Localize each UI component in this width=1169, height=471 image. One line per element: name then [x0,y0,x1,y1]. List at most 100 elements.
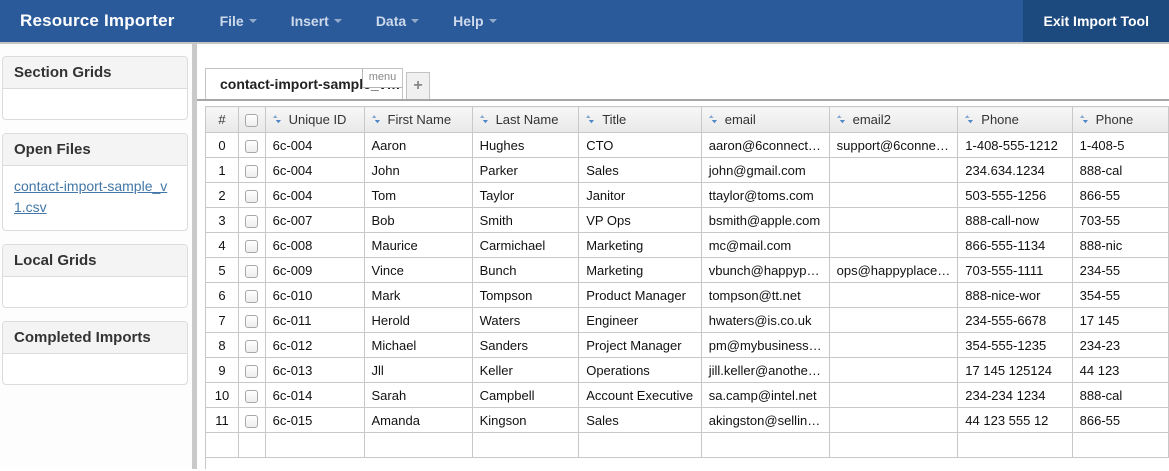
grid-cell[interactable] [829,308,958,333]
grid-cell[interactable] [829,333,958,358]
grid-cell[interactable]: Aaron [364,133,472,158]
column-header-last-name[interactable]: Last Name [472,107,579,133]
grid-cell[interactable] [472,433,579,458]
grid-cell[interactable]: Project Manager [579,333,702,358]
column-header-email2[interactable]: email2 [829,107,958,133]
grid-cell[interactable]: jill.keller@anothe… [701,358,829,383]
column-header-email[interactable]: email [701,107,829,133]
grid-cell[interactable]: 234-55 [1072,258,1168,283]
grid-cell[interactable]: Mark [364,283,472,308]
row-number-cell[interactable]: 7 [206,308,239,333]
grid-cell[interactable]: ttaylor@toms.com [701,183,829,208]
grid-cell[interactable]: Janitor [579,183,702,208]
grid-cell[interactable]: 234-23 [1072,333,1168,358]
grid-cell[interactable]: Account Executive [579,383,702,408]
grid-cell[interactable]: 6c-015 [265,408,364,433]
grid-cell[interactable]: Tompson [472,283,579,308]
grid-cell[interactable]: 17 145 [1072,308,1168,333]
grid-cell[interactable]: mc@mail.com [701,233,829,258]
grid-cell[interactable]: Maurice [364,233,472,258]
grid-cell[interactable]: 6c-007 [265,208,364,233]
grid-cell[interactable]: VP Ops [579,208,702,233]
grid-cell[interactable]: hwaters@is.co.uk [701,308,829,333]
row-number-cell[interactable]: 5 [206,258,239,283]
grid-cell[interactable]: CTO [579,133,702,158]
grid-cell[interactable]: 866-55 [1072,183,1168,208]
grid-cell[interactable] [701,433,829,458]
grid-cell[interactable]: 503-555-1256 [958,183,1072,208]
row-number-cell[interactable]: 2 [206,183,239,208]
exit-import-tool-button[interactable]: Exit Import Tool [1023,0,1169,42]
grid-cell[interactable]: Bob [364,208,472,233]
grid-cell[interactable]: Michael [364,333,472,358]
grid-cell[interactable]: Jll [364,358,472,383]
grid-cell[interactable]: Engineer [579,308,702,333]
column-header-phone[interactable]: Phone [958,107,1072,133]
row-number-cell[interactable]: 1 [206,158,239,183]
row-checkbox[interactable] [245,290,258,303]
row-number-cell[interactable]: 0 [206,133,239,158]
column-header-unique-id[interactable]: Unique ID [265,107,364,133]
menu-help[interactable]: Help [436,0,513,42]
grid-cell[interactable]: Vince [364,258,472,283]
grid-cell[interactable]: 703-555-1111 [958,258,1072,283]
grid-cell[interactable] [829,433,958,458]
row-checkbox[interactable] [245,315,258,328]
grid-cell[interactable]: 354-555-1235 [958,333,1072,358]
grid-cell[interactable]: sa.camp@intel.net [701,383,829,408]
grid-cell[interactable] [829,233,958,258]
grid-cell[interactable]: 1-408-5 [1072,133,1168,158]
row-checkbox[interactable] [245,190,258,203]
column-header-first-name[interactable]: First Name [364,107,472,133]
row-checkbox[interactable] [245,390,258,403]
row-number-cell[interactable] [206,433,239,458]
grid-cell[interactable]: Hughes [472,133,579,158]
row-number-cell[interactable]: 11 [206,408,239,433]
menu-insert[interactable]: Insert [274,0,359,42]
grid-cell[interactable] [829,383,958,408]
grid-cell[interactable]: 6c-004 [265,133,364,158]
grid-cell[interactable]: Tom [364,183,472,208]
grid-cell[interactable]: john@gmail.com [701,158,829,183]
row-number-cell[interactable]: 10 [206,383,239,408]
row-number-cell[interactable]: 9 [206,358,239,383]
column-header-title[interactable]: Title [579,107,702,133]
menu-file[interactable]: File [203,0,274,42]
grid-cell[interactable] [829,408,958,433]
grid-cell[interactable]: 1-408-555-1212 [958,133,1072,158]
grid-cell[interactable]: John [364,158,472,183]
column-header-phone[interactable]: Phone [1072,107,1168,133]
grid-cell[interactable]: 6c-010 [265,283,364,308]
grid-cell[interactable]: 234.634.1234 [958,158,1072,183]
grid-cell[interactable]: 234-234 1234 [958,383,1072,408]
grid-cell[interactable]: 6c-008 [265,233,364,258]
grid-cell[interactable]: 703-55 [1072,208,1168,233]
row-number-cell[interactable]: 4 [206,233,239,258]
grid-cell[interactable]: 234-555-6678 [958,308,1072,333]
grid-cell[interactable]: aaron@6connect… [701,133,829,158]
grid-cell[interactable]: 6c-012 [265,333,364,358]
grid-cell[interactable]: vbunch@happyp… [701,258,829,283]
grid-cell[interactable]: 6c-004 [265,158,364,183]
open-file-link[interactable]: contact-import-sample_v1.csv [14,176,176,218]
grid-cell[interactable]: Sarah [364,383,472,408]
row-checkbox[interactable] [245,340,258,353]
grid-cell[interactable]: pm@mybusiness… [701,333,829,358]
grid-cell[interactable]: 17 145 125124 [958,358,1072,383]
grid-cell[interactable]: 888-nice-wor [958,283,1072,308]
grid-cell[interactable]: ops@happyplace… [829,258,958,283]
grid-cell[interactable] [829,183,958,208]
grid-cell[interactable] [265,433,364,458]
grid-cell[interactable]: Kingson [472,408,579,433]
tab-contact-import-sample[interactable]: contact-import-sample_v… menu [205,68,403,99]
grid-cell[interactable]: 888-call-now [958,208,1072,233]
grid-cell[interactable]: Parker [472,158,579,183]
grid-cell[interactable]: Campbell [472,383,579,408]
add-tab-button[interactable]: + [406,72,430,99]
grid-cell[interactable] [829,283,958,308]
grid-cell[interactable] [829,158,958,183]
grid-cell[interactable]: bsmith@apple.com [701,208,829,233]
grid-cell[interactable]: 6c-004 [265,183,364,208]
grid-cell[interactable]: Herold [364,308,472,333]
grid-cell[interactable]: Sales [579,158,702,183]
